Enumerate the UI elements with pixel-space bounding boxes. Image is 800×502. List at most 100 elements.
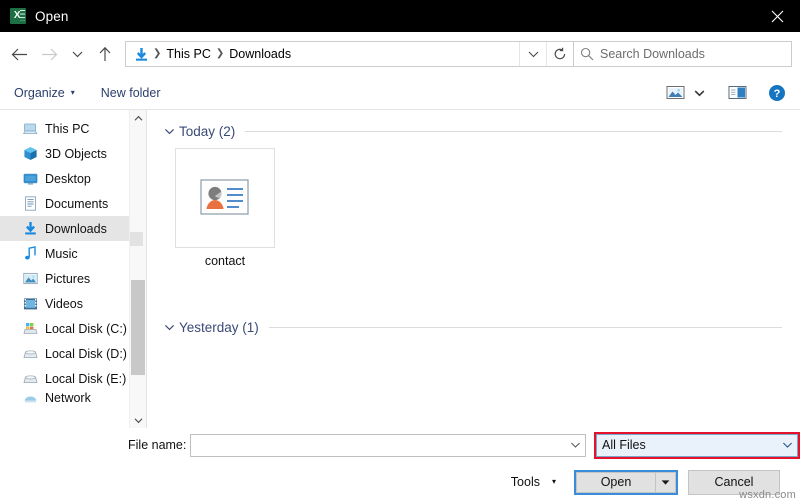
network-icon [22, 391, 38, 405]
back-arrow-icon [11, 48, 27, 60]
file-name-label: contact [204, 254, 246, 268]
sidebar-scrollbar[interactable] [129, 110, 146, 428]
action-buttons-row: Tools ▾ Open Cancel [0, 462, 790, 502]
sidebar-item-this-pc[interactable]: This PC [0, 116, 146, 141]
chevron-down-icon [528, 51, 538, 57]
search-input[interactable]: Search Downloads [600, 47, 705, 61]
sidebar-item-music[interactable]: Music [0, 241, 146, 266]
navigation-bar: ❯ This PC ❯ Downloads Search Downloads [0, 32, 800, 76]
sidebar-item-documents[interactable]: Documents [0, 191, 146, 216]
help-button[interactable]: ? [764, 81, 790, 105]
sidebar-item-3d-objects[interactable]: 3D Objects [0, 141, 146, 166]
sidebar-item-label: This PC [45, 121, 90, 136]
address-dropdown-button[interactable] [519, 42, 546, 66]
group-title: Yesterday (1) [179, 319, 259, 335]
sidebar-item-label: Local Disk (D:) [45, 346, 127, 361]
view-mode-button[interactable] [662, 81, 688, 105]
organize-label: Organize [14, 85, 65, 100]
downloads-icon [22, 221, 38, 237]
sidebar-item-local-disk-c[interactable]: Local Disk (C:) [0, 316, 146, 341]
breadcrumb-separator: ❯ [153, 48, 162, 59]
open-split-button[interactable]: Open [574, 469, 678, 495]
open-button[interactable]: Open [576, 471, 656, 493]
scroll-up-arrow-icon [134, 115, 142, 121]
breadcrumb-separator: ❯ [215, 48, 225, 59]
sidebar-item-local-disk-d[interactable]: Local Disk (D:) [0, 341, 146, 366]
open-label: Open [600, 475, 632, 489]
sidebar-item-videos[interactable]: Videos [0, 291, 146, 316]
filename-input[interactable] [190, 433, 586, 457]
filename-row: File name: All Files [0, 428, 800, 462]
sidebar-item-downloads[interactable]: Downloads [0, 216, 146, 241]
sidebar-item-label: Downloads [45, 221, 107, 236]
up-button[interactable] [90, 39, 120, 69]
pictures-icon [22, 271, 38, 287]
dialog-body: This PC 3D Objects Desktop Documents Dow… [0, 110, 800, 428]
documents-icon [22, 196, 38, 212]
refresh-icon [554, 47, 566, 60]
search-icon [574, 47, 600, 61]
file-tile[interactable]: contact [173, 148, 277, 268]
sidebar-item-network[interactable]: Network [0, 391, 146, 405]
recent-locations-button[interactable] [64, 39, 90, 69]
command-toolbar: Organize ▾ New folder ? [0, 76, 800, 110]
up-arrow-icon [99, 46, 111, 61]
scroll-down-button[interactable] [130, 412, 146, 428]
group-divider [268, 326, 782, 328]
drive-icon [22, 371, 38, 387]
system-drive-icon [22, 321, 38, 337]
scrollbar-tick [130, 231, 143, 247]
collapse-chevron-icon[interactable] [161, 323, 177, 332]
filename-label: File name: [128, 438, 187, 452]
organize-button[interactable]: Organize ▾ [14, 86, 75, 100]
search-box[interactable]: Search Downloads [574, 41, 792, 67]
chevron-down-icon: ▾ [551, 477, 556, 486]
sidebar-item-label: Desktop [45, 171, 91, 186]
sidebar-item-label: Pictures [45, 271, 91, 286]
breadcrumb: ❯ This PC ❯ Downloads [152, 47, 519, 61]
sidebar-item-desktop[interactable]: Desktop [0, 166, 146, 191]
file-thumbnail[interactable] [175, 148, 275, 248]
tools-button[interactable]: Tools ▾ [511, 475, 556, 489]
navigation-sidebar: This PC 3D Objects Desktop Documents Dow… [0, 110, 146, 428]
preview-pane-button[interactable] [724, 81, 750, 105]
breadcrumb-item-this-pc[interactable]: This PC [162, 47, 214, 61]
videos-icon [22, 296, 38, 312]
scroll-up-button[interactable] [130, 110, 146, 126]
sidebar-item-label: Local Disk (C:) [45, 321, 127, 336]
file-list-pane[interactable]: Today (2) contact Yesterday (1) [146, 110, 800, 428]
close-button[interactable] [754, 0, 800, 32]
sidebar-item-pictures[interactable]: Pictures [0, 266, 146, 291]
svg-text:?: ? [774, 88, 781, 100]
breadcrumb-item-downloads[interactable]: Downloads [225, 47, 295, 61]
new-folder-button[interactable]: New folder [101, 86, 161, 100]
3d-objects-icon [22, 146, 38, 162]
window-title: Open [35, 8, 69, 24]
sidebar-item-label: Videos [45, 296, 83, 311]
forward-button[interactable] [34, 39, 64, 69]
new-folder-label: New folder [100, 85, 161, 100]
scrollbar-track[interactable] [130, 126, 146, 412]
sidebar-item-local-disk-e[interactable]: Local Disk (E:) [0, 366, 146, 391]
watermark: wsxdn.com [739, 489, 796, 501]
chevron-down-icon [694, 89, 704, 96]
back-button[interactable] [4, 39, 34, 69]
excel-icon: X [10, 8, 26, 24]
view-mode-icon [666, 86, 684, 99]
file-tiles: contact [161, 144, 786, 268]
refresh-button[interactable] [546, 42, 573, 66]
address-bar[interactable]: ❯ This PC ❯ Downloads [125, 41, 574, 67]
scrollbar-thumb[interactable] [131, 280, 145, 375]
file-type-highlight: All Files [594, 431, 800, 459]
chevron-down-icon[interactable] [565, 441, 585, 449]
chevron-down-icon[interactable] [777, 441, 797, 449]
group-divider [245, 130, 782, 132]
file-type-dropdown[interactable]: All Files [596, 433, 798, 457]
file-group-header-yesterday[interactable]: Yesterday (1) [161, 316, 786, 338]
collapse-chevron-icon[interactable] [161, 127, 177, 136]
open-dropdown-button[interactable] [656, 471, 676, 493]
view-mode-dropdown-button[interactable] [690, 81, 708, 105]
sidebar-item-label: 3D Objects [45, 146, 107, 161]
file-group-header-today[interactable]: Today (2) [161, 120, 786, 142]
group-title: Today (2) [179, 123, 236, 139]
